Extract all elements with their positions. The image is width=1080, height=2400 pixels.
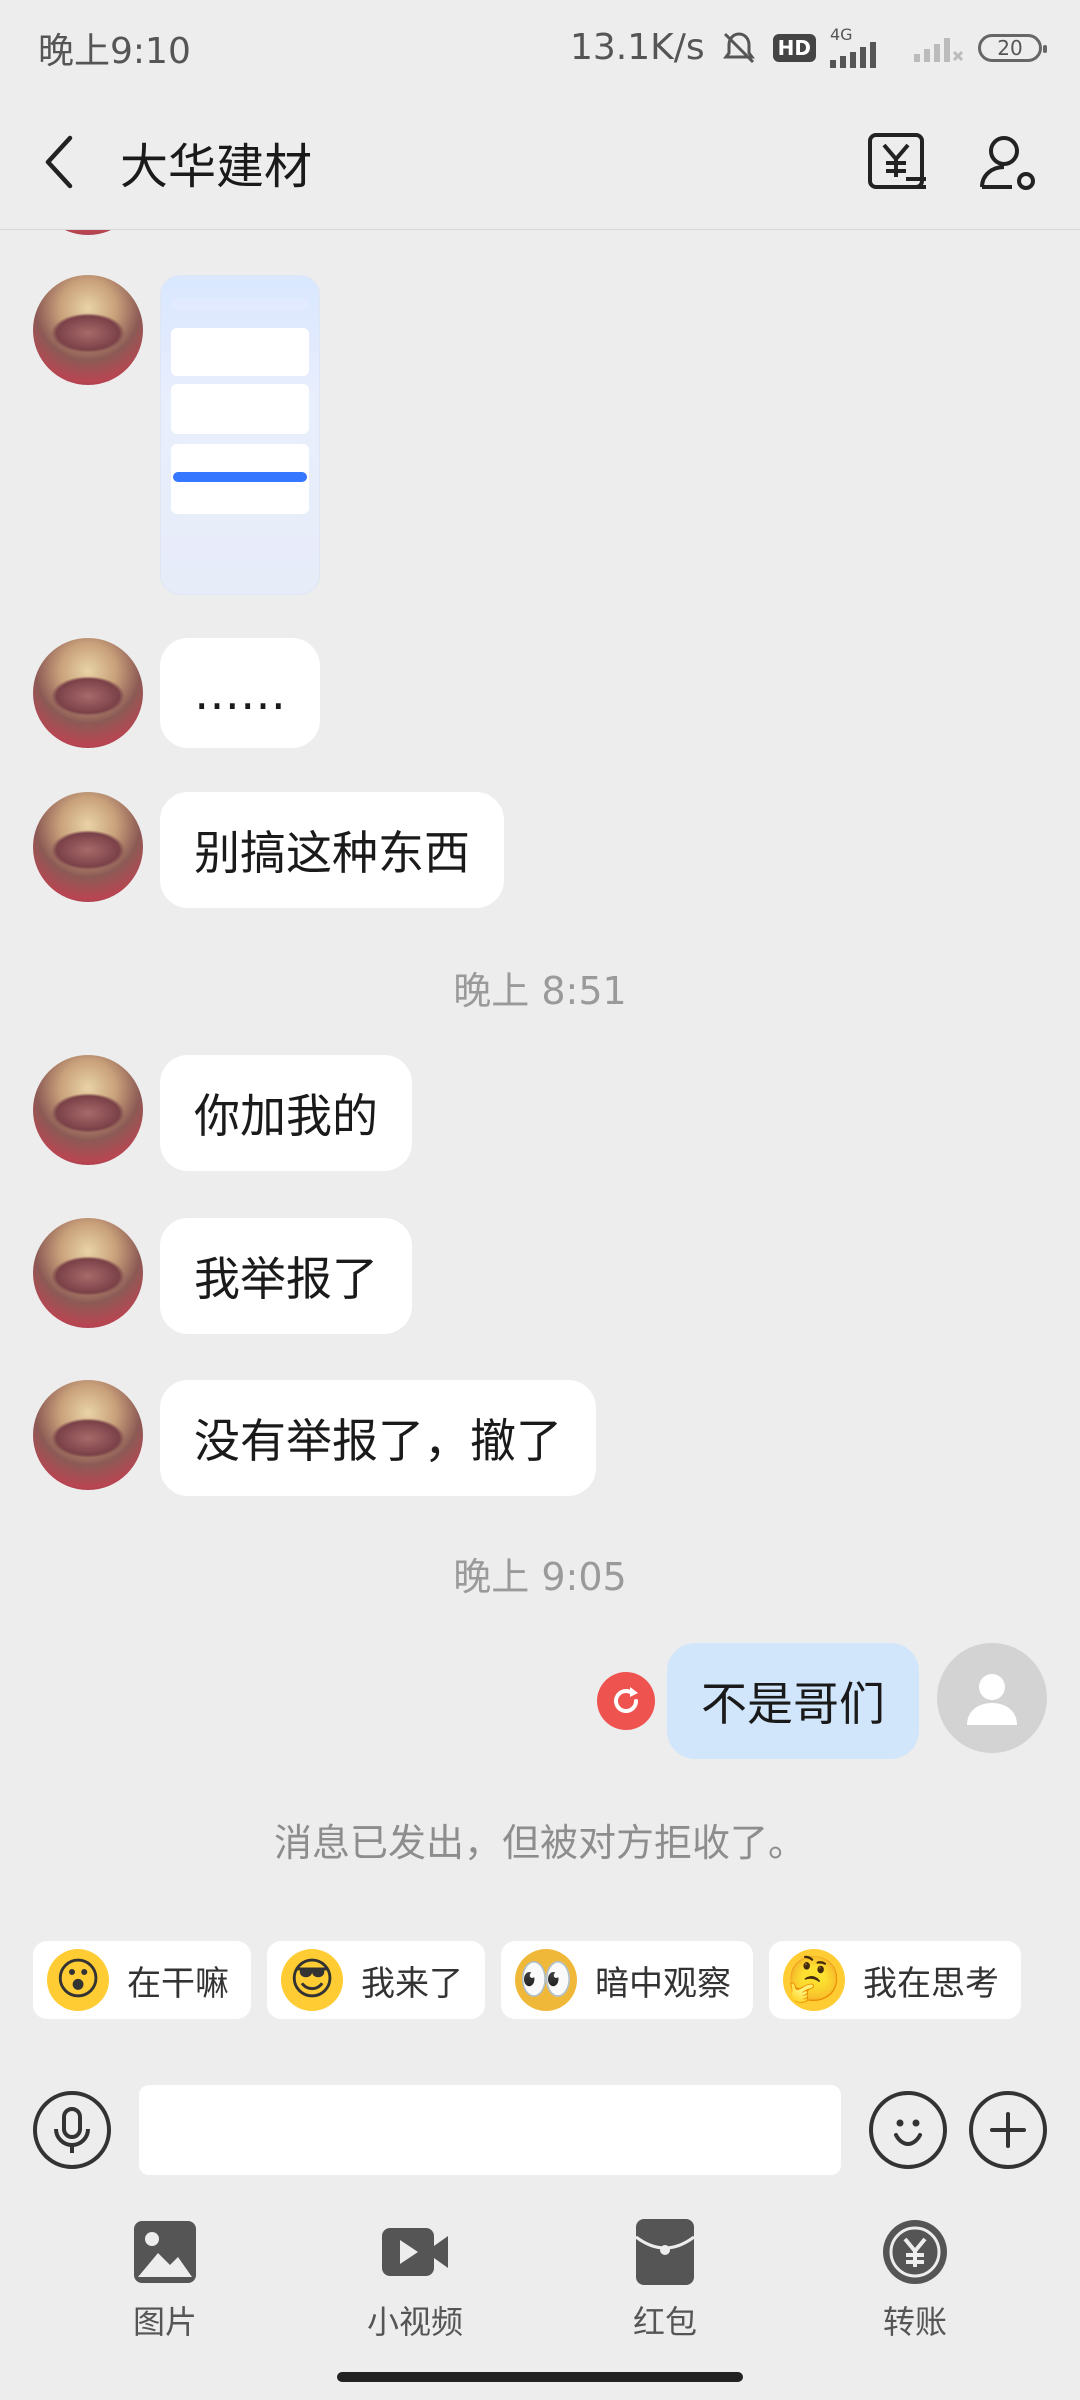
quick-sticker-bar: 😮 在干嘛 😎 我来了 👀 暗中观察 🤔 我在思考 bbox=[0, 1905, 1080, 2055]
avatar[interactable] bbox=[33, 275, 143, 385]
message-timestamp: 晚上 8:51 bbox=[453, 969, 627, 1013]
chevron-left-icon bbox=[45, 135, 73, 189]
quick-sticker-chip[interactable]: 👀 暗中观察 bbox=[501, 1941, 753, 2019]
tool-transfer[interactable]: 转账 bbox=[815, 2217, 1015, 2343]
status-bar: 晚上9:10 13.1K/s HD 4G 20 bbox=[0, 0, 1080, 95]
more-button[interactable] bbox=[969, 2091, 1047, 2169]
tool-label: 小视频 bbox=[366, 2303, 463, 2341]
smiley-icon bbox=[894, 2119, 922, 2147]
refresh-icon bbox=[614, 1687, 638, 1713]
message-timestamp: 晚上 9:05 bbox=[453, 1555, 627, 1599]
person-icon bbox=[967, 1674, 1017, 1725]
mute-bell-icon bbox=[719, 28, 759, 68]
voice-button[interactable] bbox=[33, 2091, 111, 2169]
avatar[interactable] bbox=[33, 1218, 143, 1328]
tool-label: 红包 bbox=[632, 2303, 697, 2341]
hd-badge: HD bbox=[772, 33, 816, 62]
quick-sticker-label: 暗中观察 bbox=[595, 1963, 731, 2004]
quick-sticker-label: 我来了 bbox=[361, 1963, 463, 2004]
video-icon bbox=[380, 2217, 450, 2287]
message-bubble[interactable]: 你加我的 bbox=[160, 1055, 412, 1171]
image-icon bbox=[130, 2217, 200, 2287]
emoji-sunglasses-icon: 😎 bbox=[281, 1949, 343, 2011]
quick-sticker-label: 在干嘛 bbox=[127, 1963, 229, 2004]
image-message[interactable] bbox=[160, 275, 320, 595]
resend-button[interactable] bbox=[597, 1672, 655, 1730]
transfer-records-button[interactable] bbox=[864, 129, 930, 195]
message-bubble[interactable]: 没有举报了，撤了 bbox=[160, 1380, 596, 1496]
contact-profile-button[interactable] bbox=[976, 129, 1042, 195]
battery-level: 20 bbox=[997, 35, 1023, 60]
tool-image[interactable]: 图片 bbox=[65, 2217, 265, 2343]
tool-label: 图片 bbox=[132, 2303, 197, 2341]
avatar[interactable] bbox=[33, 638, 143, 748]
status-indicators: 13.1K/s HD 4G 20 bbox=[570, 24, 1047, 68]
tool-video[interactable]: 小视频 bbox=[315, 2217, 515, 2343]
signal-2-icon bbox=[914, 34, 964, 62]
signal-icon: 4G bbox=[830, 24, 900, 68]
plus-icon bbox=[990, 2112, 1026, 2148]
chat-title: 大华建材 bbox=[120, 139, 313, 195]
emoji-button[interactable] bbox=[869, 2091, 947, 2169]
header-actions bbox=[864, 129, 1042, 195]
user-settings-icon bbox=[980, 136, 1035, 190]
home-indicator[interactable] bbox=[337, 2372, 743, 2382]
network-speed: 13.1K/s bbox=[570, 27, 705, 68]
message-bubble[interactable]: 别搞这种东西 bbox=[160, 792, 504, 908]
avatar[interactable] bbox=[33, 1380, 143, 1490]
avatar[interactable] bbox=[33, 792, 143, 902]
back-button[interactable] bbox=[0, 95, 120, 230]
battery-icon: 20 bbox=[978, 33, 1047, 62]
rejected-notice: 消息已发出，但被对方拒收了。 bbox=[273, 1821, 806, 1865]
emoji-surprised-icon: 😮 bbox=[47, 1949, 109, 2011]
message-bubble[interactable]: …… bbox=[160, 638, 320, 748]
avatar-self[interactable] bbox=[937, 1643, 1047, 1753]
avatar[interactable] bbox=[33, 1055, 143, 1165]
tool-red-packet[interactable]: 红包 bbox=[565, 2217, 765, 2343]
bottom-toolbar: 图片 小视频 红包 转账 bbox=[0, 2205, 1080, 2355]
red-packet-icon bbox=[630, 2217, 700, 2287]
quick-sticker-chip[interactable]: 🤔 我在思考 bbox=[769, 1941, 1021, 2019]
emoji-thinking-icon: 🤔 bbox=[783, 1949, 845, 2011]
message-bubble[interactable]: 我举报了 bbox=[160, 1218, 412, 1334]
message-bubble-self[interactable]: 不是哥们 bbox=[667, 1643, 919, 1759]
emoji-binoculars-icon: 👀 bbox=[515, 1949, 577, 2011]
net-type: 4G bbox=[830, 24, 853, 44]
status-time: 晚上9:10 bbox=[38, 30, 191, 72]
quick-sticker-label: 我在思考 bbox=[863, 1963, 999, 2004]
quick-sticker-chip[interactable]: 😎 我来了 bbox=[267, 1941, 485, 2019]
yuan-list-icon bbox=[868, 133, 926, 189]
message-input[interactable] bbox=[139, 2085, 841, 2175]
microphone-icon bbox=[54, 2107, 90, 2153]
chat-messages: …… 别搞这种东西 晚上 8:51 你加我的 我举报了 没有举报了，撤了 晚上 … bbox=[0, 230, 1080, 1905]
chat-header: 大华建材 bbox=[0, 95, 1080, 230]
transfer-icon bbox=[880, 2217, 950, 2287]
input-row bbox=[0, 2055, 1080, 2205]
quick-sticker-chip[interactable]: 😮 在干嘛 bbox=[33, 1941, 251, 2019]
avatar[interactable] bbox=[33, 230, 143, 235]
tool-label: 转账 bbox=[882, 2303, 947, 2341]
